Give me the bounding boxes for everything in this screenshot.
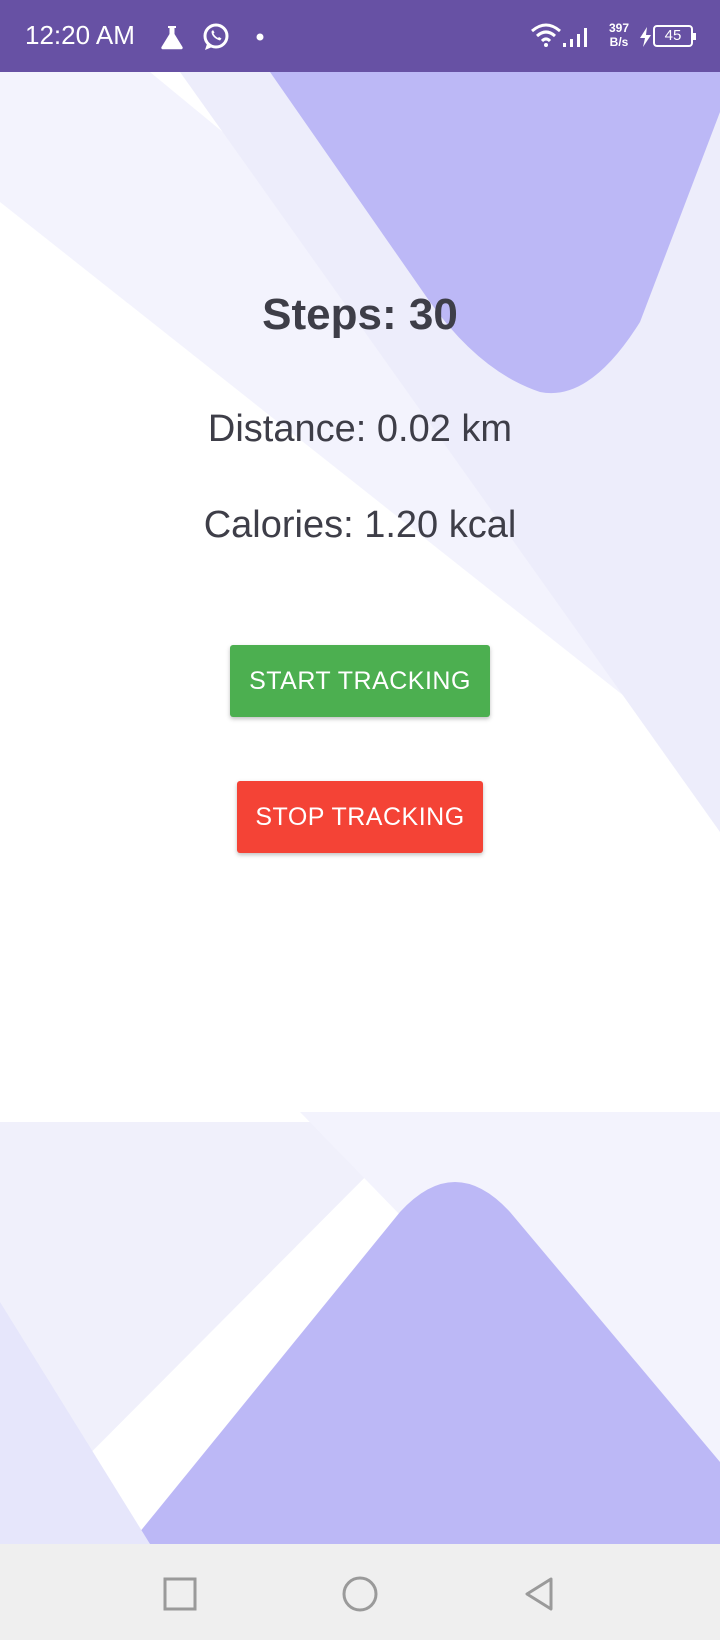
- tracker-screen: Steps: 30 Distance: 0.02 km Calories: 1.…: [0, 72, 720, 1544]
- start-tracking-button[interactable]: START TRACKING: [230, 645, 490, 717]
- battery-icon: 45: [653, 25, 696, 47]
- network-speed: 397 B/s: [604, 21, 634, 49]
- charging-icon: [640, 27, 651, 47]
- status-time: 12:20 AM: [25, 20, 135, 50]
- flask-icon: [161, 26, 183, 50]
- navigation-bar: [0, 1544, 720, 1640]
- recent-apps-icon[interactable]: [161, 1575, 199, 1613]
- calories-value: Calories: 1.20 kcal: [203, 504, 517, 546]
- network-speed-value: 397: [608, 21, 630, 35]
- whatsapp-icon: [203, 23, 229, 50]
- signal-icon: [563, 28, 587, 47]
- network-speed-unit: B/s: [609, 35, 629, 49]
- wifi-icon: [531, 23, 561, 47]
- back-icon[interactable]: [521, 1575, 559, 1613]
- status-bar: 12:20 AM 397 B/s 45: [0, 0, 720, 72]
- notification-dot-icon: [256, 33, 264, 41]
- stop-tracking-button[interactable]: STOP TRACKING: [237, 781, 483, 853]
- home-icon[interactable]: [340, 1574, 380, 1614]
- steps-count: Steps: 30: [262, 290, 458, 339]
- distance-value: Distance: 0.02 km: [207, 408, 513, 450]
